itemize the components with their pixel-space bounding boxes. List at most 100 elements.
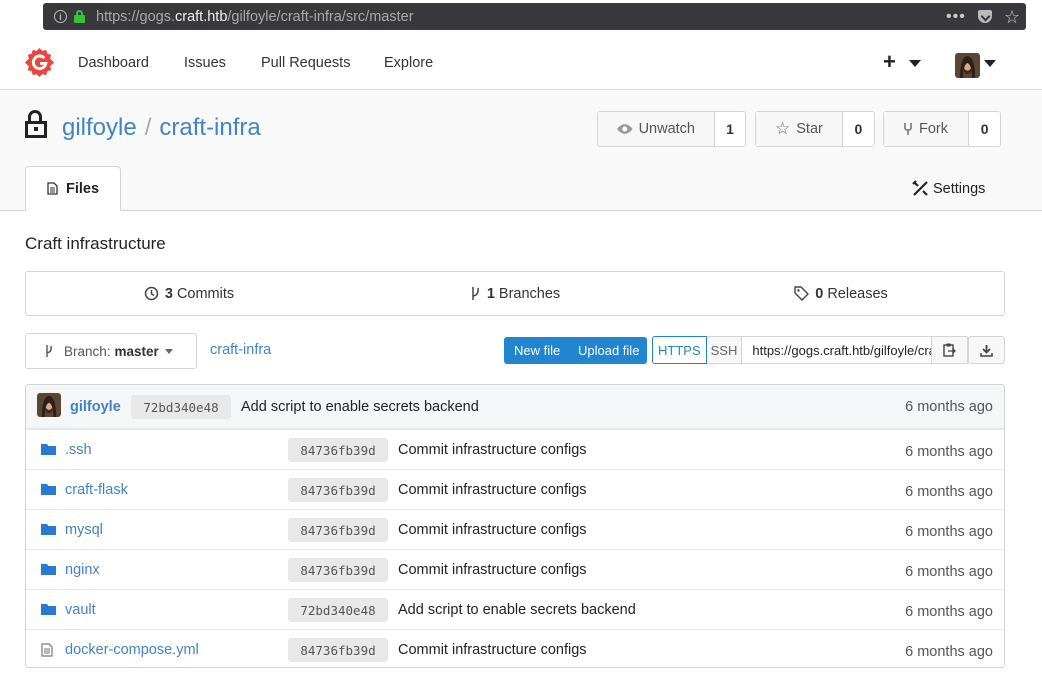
watch-count[interactable]: 1 bbox=[715, 112, 745, 146]
file-commit-message[interactable]: Commit infrastructure configs bbox=[398, 522, 587, 538]
file-name-link[interactable]: mysql bbox=[65, 522, 103, 538]
repo-header: gilfoyle / craft-infra Unwatch 1 ☆ Star 0 … bbox=[0, 90, 1042, 211]
file-age: 6 months ago bbox=[905, 524, 993, 540]
user-avatar[interactable] bbox=[955, 53, 980, 78]
file-commit-sha[interactable]: 84736fb39d bbox=[288, 438, 388, 462]
commits-link[interactable]: 3 Commits bbox=[26, 272, 352, 315]
file-commit-sha[interactable]: 84736fb39d bbox=[288, 478, 388, 502]
file-commit-message[interactable]: Commit infrastructure configs bbox=[398, 482, 587, 498]
file-row: .ssh 84736fb39d Commit infrastructure co… bbox=[26, 429, 1004, 469]
tab-files-label: Files bbox=[65, 180, 100, 197]
file-age: 6 months ago bbox=[905, 604, 993, 620]
file-row: mysql 84736fb39d Commit infrastructure c… bbox=[26, 509, 1004, 549]
star-count[interactable]: 0 bbox=[843, 112, 874, 146]
download-button[interactable] bbox=[968, 336, 1005, 364]
file-name-link[interactable]: craft-flask bbox=[65, 482, 128, 498]
repo-owner-link[interactable]: gilfoyle bbox=[62, 114, 137, 141]
branch-prefix: Branch: bbox=[64, 343, 111, 359]
file-age: 6 months ago bbox=[905, 564, 993, 580]
star-group: ☆ Star 0 bbox=[755, 111, 875, 147]
url-text[interactable]: https://gogs.craft.htb/gilfoyle/craft-in… bbox=[96, 9, 414, 25]
settings-label: Settings bbox=[933, 180, 986, 197]
commit-message: Add script to enable secrets backend bbox=[241, 399, 479, 415]
pocket-icon[interactable] bbox=[977, 10, 992, 23]
folder-icon bbox=[41, 604, 56, 615]
fork-icon bbox=[904, 123, 912, 135]
fork-button[interactable]: Fork bbox=[884, 112, 970, 146]
top-navbar: Dashboard Issues Pull Requests Explore + bbox=[0, 37, 1042, 90]
file-name-link[interactable]: nginx bbox=[65, 562, 100, 578]
chevron-down-icon[interactable] bbox=[909, 60, 921, 67]
releases-count: 0 bbox=[815, 285, 824, 302]
fork-count[interactable]: 0 bbox=[969, 112, 1000, 146]
file-age: 6 months ago bbox=[905, 444, 993, 460]
branch-dropdown[interactable]: Branch: master bbox=[25, 333, 197, 369]
tab-files[interactable]: Files bbox=[25, 166, 121, 211]
file-row: docker-compose.yml 84736fb39d Commit inf… bbox=[26, 629, 1004, 667]
folder-icon bbox=[41, 524, 56, 535]
file-row: vault 72bd340e48 Add script to enable se… bbox=[26, 589, 1004, 629]
eye-icon bbox=[617, 124, 633, 134]
file-commit-message[interactable]: Commit infrastructure configs bbox=[398, 442, 587, 458]
https-toggle[interactable]: HTTPS bbox=[652, 336, 707, 364]
copy-clone-url-button[interactable] bbox=[932, 337, 969, 363]
bookmark-star-icon[interactable]: ☆ bbox=[1004, 8, 1020, 26]
author-avatar[interactable] bbox=[37, 393, 61, 417]
nav-explore[interactable]: Explore bbox=[384, 55, 433, 71]
repo-title: gilfoyle / craft-infra bbox=[62, 114, 261, 142]
commits-label: Commits bbox=[176, 285, 235, 302]
file-row: craft-flask 84736fb39d Commit infrastruc… bbox=[26, 469, 1004, 509]
ssh-toggle[interactable]: SSH bbox=[706, 337, 743, 363]
clone-url-input[interactable]: https://gogs.craft.htb/gilfoyle/craft-in… bbox=[742, 337, 933, 363]
releases-label: Releases bbox=[827, 285, 888, 302]
file-name-link[interactable]: vault bbox=[65, 602, 96, 618]
watch-group: Unwatch 1 bbox=[597, 111, 746, 147]
nav-issues[interactable]: Issues bbox=[184, 55, 226, 71]
unwatch-button[interactable]: Unwatch bbox=[598, 112, 715, 146]
lock-icon bbox=[74, 10, 85, 23]
file-commit-sha[interactable]: 72bd340e48 bbox=[288, 598, 388, 622]
download-icon bbox=[980, 344, 993, 357]
file-name-link[interactable]: docker-compose.yml bbox=[65, 642, 199, 658]
file-commit-message[interactable]: Commit infrastructure configs bbox=[398, 642, 587, 658]
gogs-logo-icon[interactable] bbox=[24, 47, 55, 78]
chevron-down-icon[interactable] bbox=[984, 60, 996, 67]
repo-description: Craft infrastructure bbox=[25, 234, 166, 253]
create-new-button[interactable]: + bbox=[883, 51, 896, 73]
star-button[interactable]: ☆ Star bbox=[756, 112, 843, 146]
clone-url-group: HTTPS SSH https://gogs.craft.htb/gilfoyl… bbox=[652, 336, 970, 364]
branch-icon bbox=[472, 287, 479, 300]
nav-pull-requests[interactable]: Pull Requests bbox=[261, 55, 350, 71]
commit-sha-link[interactable]: 72bd340e48 bbox=[131, 395, 231, 419]
file-commit-sha[interactable]: 84736fb39d bbox=[288, 638, 388, 662]
chevron-down-icon bbox=[164, 348, 173, 354]
commit-author-link[interactable]: gilfoyle bbox=[70, 399, 121, 415]
file-commit-sha[interactable]: 84736fb39d bbox=[288, 558, 388, 582]
file-name-link[interactable]: .ssh bbox=[65, 442, 92, 458]
address-bar[interactable]: i https://gogs.craft.htb/gilfoyle/craft-… bbox=[43, 3, 1026, 30]
commits-count: 3 bbox=[164, 285, 173, 302]
new-file-button[interactable]: New file bbox=[504, 337, 568, 364]
upload-file-button[interactable]: Upload file bbox=[568, 337, 647, 364]
repo-name-link[interactable]: craft-infra bbox=[159, 114, 260, 141]
info-icon[interactable]: i bbox=[54, 10, 67, 23]
file-commit-sha[interactable]: 84736fb39d bbox=[288, 518, 388, 542]
page-actions-icon[interactable]: ••• bbox=[946, 8, 966, 24]
file-text-icon bbox=[47, 182, 58, 195]
browser-toolbar: i https://gogs.craft.htb/gilfoyle/craft-… bbox=[0, 0, 1042, 37]
tab-settings[interactable]: Settings bbox=[912, 180, 985, 197]
file-commit-message[interactable]: Add script to enable secrets backend bbox=[398, 602, 636, 618]
branch-icon bbox=[46, 345, 52, 357]
file-age: 6 months ago bbox=[905, 484, 993, 500]
breadcrumb[interactable]: craft-infra bbox=[210, 342, 271, 358]
file-text-icon bbox=[41, 643, 53, 657]
history-icon bbox=[144, 286, 159, 301]
file-age: 6 months ago bbox=[905, 644, 993, 660]
branches-link[interactable]: 1 Branches bbox=[352, 272, 678, 315]
releases-link[interactable]: 0 Releases bbox=[678, 272, 1004, 315]
latest-commit-row: gilfoyle 72bd340e48 Add script to enable… bbox=[26, 385, 1004, 429]
nav-dashboard[interactable]: Dashboard bbox=[78, 55, 149, 71]
fork-label: Fork bbox=[919, 121, 948, 137]
tag-icon bbox=[794, 286, 810, 301]
file-commit-message[interactable]: Commit infrastructure configs bbox=[398, 562, 587, 578]
